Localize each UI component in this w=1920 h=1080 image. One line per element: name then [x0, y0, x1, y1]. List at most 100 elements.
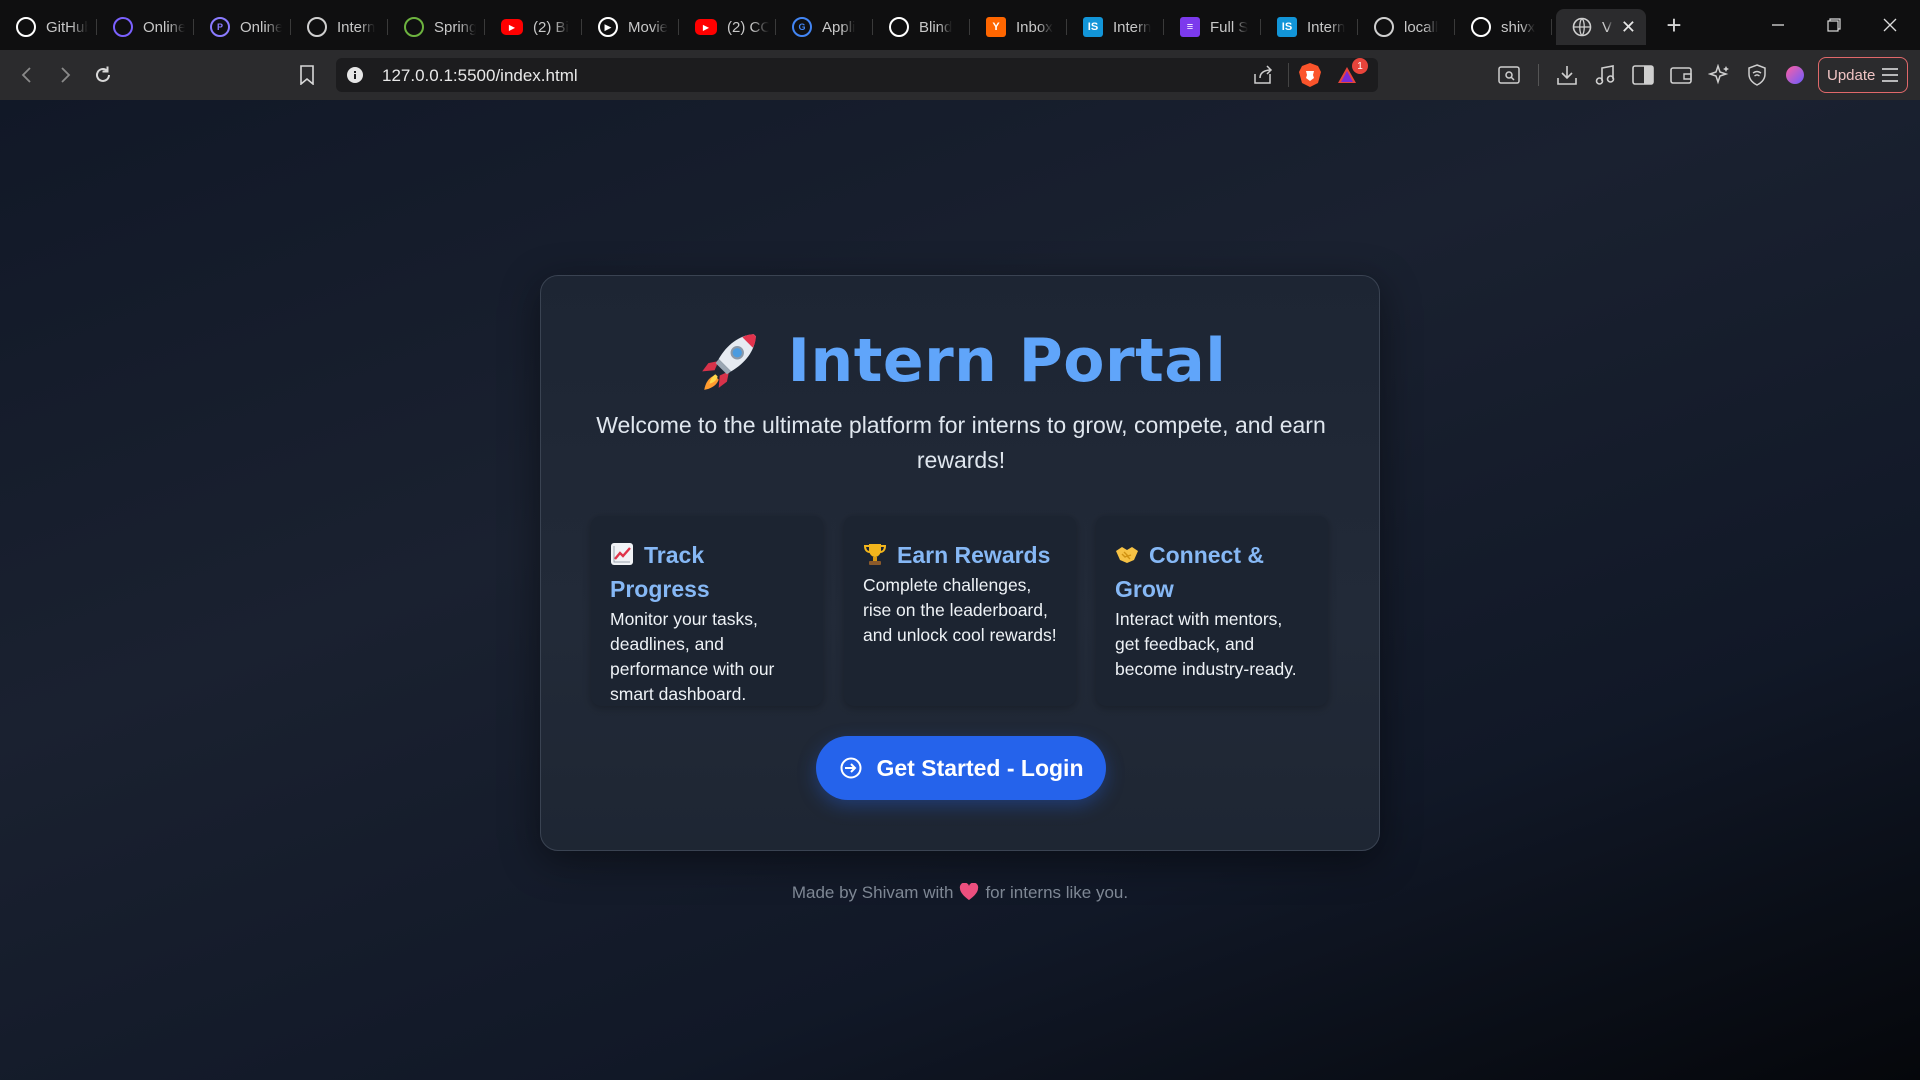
media-icon[interactable]	[1590, 60, 1620, 90]
feature-card-connect-grow: Connect & Grow Interact with mentors, ge…	[1096, 516, 1328, 706]
youtube-icon: ▶	[501, 19, 523, 35]
handshake-icon	[1116, 547, 1138, 563]
update-label: Update	[1827, 66, 1876, 84]
back-icon[interactable]	[12, 60, 42, 90]
url-text[interactable]: 127.0.0.1:5500/index.html	[382, 66, 578, 86]
feature-heading: Track Progress	[610, 538, 805, 606]
rocket-icon	[701, 334, 756, 390]
wallet-icon[interactable]	[1666, 60, 1696, 90]
browser-tab-strip: GitHub Online P Online Intern Spring ▶ (2) Bi ▶ M…	[0, 0, 1920, 50]
site-info-icon[interactable]	[346, 66, 364, 89]
menu-icon	[1881, 67, 1899, 87]
tab-title: Full S	[1210, 18, 1249, 36]
minimize-icon[interactable]	[1750, 0, 1806, 50]
brave-shields-icon[interactable]	[1298, 62, 1322, 93]
page-background: Intern Portal Welcome to the ultimate pl…	[0, 100, 1920, 1080]
tab-12[interactable]: ≡ Full S	[1164, 9, 1261, 45]
tab-title: Movie	[628, 18, 669, 36]
profile-avatar-icon[interactable]	[1780, 60, 1810, 90]
browser-toolbar: 127.0.0.1:5500/index.html 1 Update	[0, 50, 1920, 100]
download-icon[interactable]	[1552, 60, 1582, 90]
tab-5[interactable]: ▶ (2) Bi	[485, 9, 582, 45]
share-icon[interactable]	[1252, 65, 1274, 90]
login-button-label: Get Started - Login	[876, 754, 1084, 781]
bookmark-icon[interactable]	[292, 60, 322, 90]
title-row: Intern Portal	[541, 326, 1381, 396]
tab-title: Intern	[1113, 18, 1152, 36]
feature-heading: Connect & Grow	[1115, 538, 1310, 606]
tab-0[interactable]: GitHub	[0, 9, 97, 45]
google-icon: G	[792, 17, 812, 37]
hero-card: Intern Portal Welcome to the ultimate pl…	[540, 275, 1380, 851]
internshala-icon: IS	[1083, 17, 1103, 37]
close-window-icon[interactable]	[1862, 0, 1918, 50]
footer-text-before: Made by Shivam with	[791, 883, 954, 902]
update-button[interactable]: Update	[1818, 57, 1908, 93]
footer: Made by Shivam with for interns like you.	[560, 883, 1360, 903]
footer-text-after: for interns like you.	[985, 883, 1129, 902]
reader-mode-icon[interactable]	[1494, 60, 1524, 90]
chart-increasing-icon	[611, 543, 633, 565]
github-icon	[1471, 17, 1491, 37]
address-bar[interactable]: 127.0.0.1:5500/index.html 1	[336, 58, 1378, 92]
new-tab-button[interactable]: +	[1656, 7, 1692, 43]
feature-card-earn-rewards: Earn Rewards Complete challenges, rise o…	[844, 516, 1076, 706]
tab-8[interactable]: G Appli	[776, 9, 873, 45]
tab-title: (2) CC	[727, 18, 769, 36]
tab-title: Online	[143, 18, 185, 36]
tab-title: Intern	[337, 18, 376, 36]
sidebar-icon[interactable]	[1628, 60, 1658, 90]
tab-title: (2) Bi	[533, 18, 569, 36]
tab-4[interactable]: Spring	[388, 9, 485, 45]
restore-icon[interactable]	[1806, 0, 1862, 50]
feature-body: Monitor your tasks, deadlines, and perfo…	[610, 609, 775, 704]
tab-9[interactable]: Blind	[873, 9, 970, 45]
tab-title: V	[1602, 18, 1613, 36]
feature-heading: Earn Rewards	[863, 538, 1058, 572]
pen-icon	[113, 17, 133, 37]
tab-title: locall	[1404, 18, 1439, 36]
tab-2[interactable]: P Online	[194, 9, 291, 45]
tab-1[interactable]: Online	[97, 9, 194, 45]
forward-icon[interactable]	[50, 60, 80, 90]
divider	[1538, 64, 1539, 86]
tab-title: Appli	[822, 18, 856, 36]
rewards-badge: 1	[1352, 58, 1368, 74]
tab-13[interactable]: IS Intern	[1261, 9, 1358, 45]
heart-icon	[960, 883, 979, 900]
p-circle-icon: P	[210, 17, 230, 37]
tab-11[interactable]: IS Intern	[1067, 9, 1164, 45]
tab-7[interactable]: ▶ (2) CC	[679, 9, 776, 45]
divider	[1288, 63, 1289, 87]
tab-6[interactable]: ▶ Movie	[582, 9, 679, 45]
spring-leaf-icon	[404, 17, 424, 37]
list-icon: ≡	[1180, 17, 1200, 37]
get-started-login-button[interactable]: Get Started - Login	[816, 736, 1106, 800]
youtube-icon: ▶	[695, 19, 717, 35]
login-arrow-icon	[840, 757, 861, 779]
page-title: Intern Portal	[787, 326, 1227, 396]
close-tab-icon[interactable]: ✕	[1621, 17, 1636, 38]
tab-15[interactable]: shivx	[1455, 9, 1552, 45]
internshala-icon: IS	[1277, 17, 1297, 37]
leo-ai-icon[interactable]	[1704, 60, 1734, 90]
feature-body: Complete challenges, rise on the leaderb…	[863, 575, 1057, 645]
tab-14[interactable]: locall	[1358, 9, 1455, 45]
tab-title: Blind	[919, 18, 953, 36]
tab-title: Inbox	[1016, 18, 1053, 36]
vpn-shield-icon[interactable]	[1742, 60, 1772, 90]
tab-10[interactable]: Y Inbox	[970, 9, 1067, 45]
openai-icon	[307, 17, 327, 37]
tab-title: Intern	[1307, 18, 1346, 36]
globe-icon	[1572, 17, 1592, 37]
tab-3[interactable]: Intern	[291, 9, 388, 45]
feature-card-track-progress: Track Progress Monitor your tasks, deadl…	[591, 516, 823, 706]
reload-icon[interactable]	[88, 60, 118, 90]
blind-icon	[889, 17, 909, 37]
tab-active[interactable]: V ✕	[1556, 9, 1646, 45]
tab-title: Spring	[434, 18, 476, 36]
welcome-text: Welcome to the ultimate platform for int…	[596, 412, 1326, 473]
feature-heading-text: Earn Rewards	[897, 542, 1051, 568]
trophy-icon	[863, 544, 887, 565]
ycombinator-icon: Y	[986, 17, 1006, 37]
